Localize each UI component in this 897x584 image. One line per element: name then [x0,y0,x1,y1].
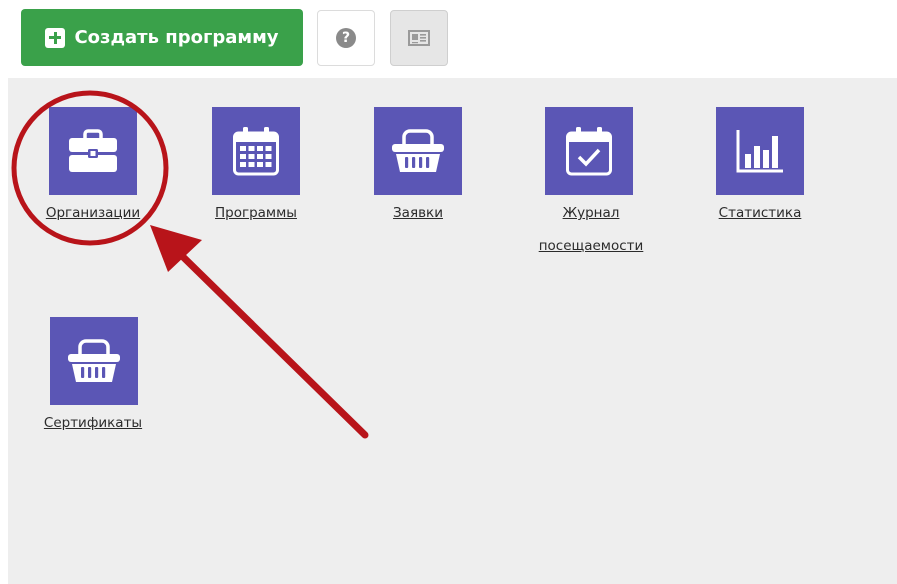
tile-label-programs: Программы [215,205,297,221]
tile-attendance-journal[interactable]: Журнал посещаемости [526,107,656,267]
briefcase-icon [69,129,117,172]
basket-icon [392,129,444,172]
basket-icon [68,339,120,382]
news-button[interactable] [390,10,448,66]
create-program-button[interactable]: Создать программу [21,9,303,66]
tile-label-attendance-journal-line1: Журнал [562,205,620,221]
tile-programs[interactable]: Программы [206,107,308,257]
calendar-check-icon [566,127,612,176]
tile-label-applications: Заявки [393,205,443,221]
create-program-label: Создать программу [74,27,279,48]
tile-icon-attendance-journal [545,107,633,195]
help-button[interactable]: ? [317,10,375,66]
tile-label-statistics: Статистика [718,205,802,221]
tile-statistics[interactable]: Статистика [708,107,818,257]
tile-icon-programs [212,107,300,195]
tile-label-organizations: Организации [45,205,141,221]
modules-panel: Организации Программы Заявки Журнал посе… [8,78,897,584]
tile-organizations[interactable]: Организации [38,107,188,257]
tile-applications[interactable]: Заявки [373,107,463,257]
tile-certificates[interactable]: Сертификаты [28,317,142,467]
tile-icon-certificates [50,317,138,405]
question-circle-icon: ? [336,28,356,48]
tile-icon-applications [374,107,462,195]
bar-chart-icon [736,130,783,173]
toolbar: Создать программу ? [0,0,897,78]
tile-icon-organizations [49,107,137,195]
newspaper-icon [408,30,430,46]
tile-icon-statistics [716,107,804,195]
calendar-grid-icon [233,127,279,176]
plus-square-icon [45,27,66,48]
tile-label-certificates: Сертификаты [43,415,143,431]
tile-label-attendance-journal-line2: посещаемости [538,238,644,254]
